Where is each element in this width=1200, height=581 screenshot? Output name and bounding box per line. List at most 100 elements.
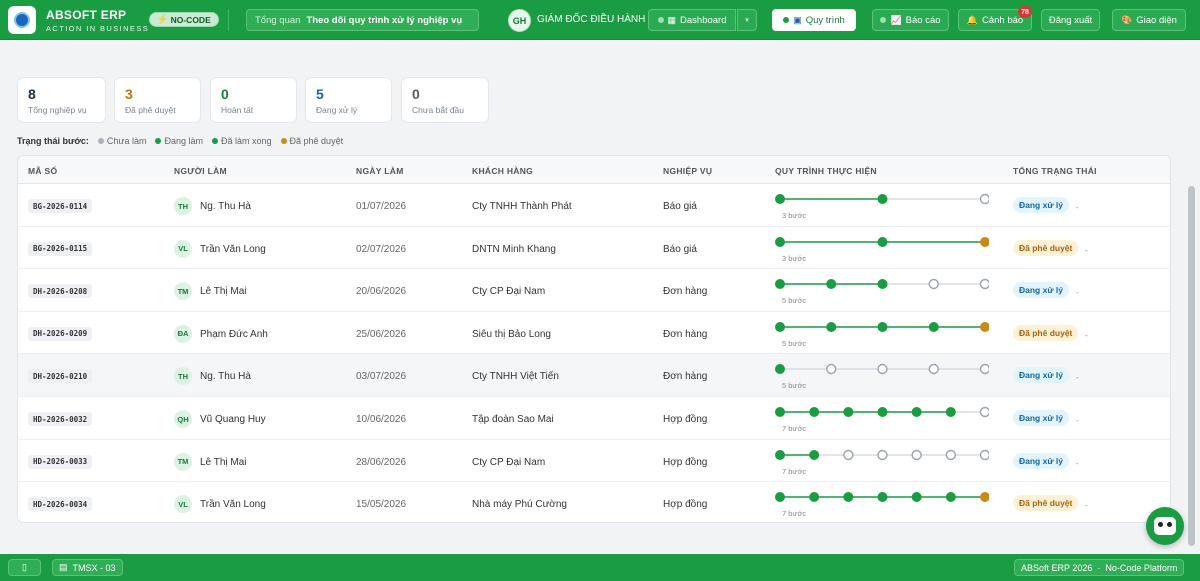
step-node[interactable] (980, 236, 990, 247)
step-node[interactable] (877, 236, 888, 247)
process-button[interactable]: ▣ Quy trình (772, 9, 856, 31)
stat-card-in-progress[interactable]: 5 Đang xử lý (305, 77, 392, 123)
process-flow[interactable]: 3 bước (775, 235, 989, 265)
header-person[interactable]: NGƯỜI LÀM (174, 166, 227, 176)
record-code[interactable]: HD-2026-0034 (28, 497, 93, 512)
header-status[interactable]: TỔNG TRẠNG THÁI (1013, 166, 1097, 176)
chevron-icon[interactable]: - (1076, 416, 1079, 425)
process-flow[interactable]: 7 bước (775, 490, 989, 520)
menu-button[interactable]: ▯ (8, 559, 41, 576)
step-node[interactable] (979, 406, 990, 418)
header-type[interactable]: NGHIỆP VỤ (663, 166, 712, 176)
process-flow[interactable]: 5 bước (775, 277, 989, 307)
assistant-bot-button[interactable] (1146, 507, 1184, 545)
step-node[interactable] (775, 492, 785, 503)
dashboard-button[interactable]: ▦ Dashboard (648, 9, 736, 31)
table-row[interactable]: BG-2026-0114 TH Ng. Thu Hà 01/07/2026 Cty TN… (18, 184, 1170, 227)
step-node[interactable] (775, 194, 785, 204)
record-code[interactable]: DH-2026-0209 (28, 326, 93, 341)
step-node[interactable] (775, 449, 785, 460)
scrollbar[interactable] (1188, 186, 1195, 546)
chevron-icon[interactable]: - (1085, 246, 1088, 255)
step-node[interactable] (877, 407, 888, 417)
step-node[interactable] (826, 364, 837, 375)
record-code[interactable]: DH-2026-0210 (28, 369, 93, 384)
process-flow[interactable]: 7 bước (775, 405, 989, 435)
report-button[interactable]: 📈 Báo cáo (872, 9, 949, 31)
process-steps-graphic (775, 449, 990, 460)
step-node[interactable] (877, 364, 888, 375)
step-node[interactable] (980, 492, 990, 503)
step-node[interactable] (979, 449, 990, 460)
step-node[interactable] (775, 321, 785, 332)
step-node[interactable] (877, 194, 888, 204)
step-node[interactable] (809, 449, 820, 460)
step-node[interactable] (928, 278, 939, 290)
record-code[interactable]: BG-2026-0115 (28, 241, 93, 256)
module-button[interactable]: ▤ TMSX - 03 (52, 559, 123, 576)
step-node[interactable] (945, 449, 957, 460)
step-node[interactable] (775, 236, 785, 247)
stat-card-completed[interactable]: 0 Hoàn tất (210, 77, 297, 123)
chevron-icon[interactable]: - (1076, 203, 1079, 212)
header-date[interactable]: NGÀY LÀM (356, 166, 404, 176)
step-node[interactable] (843, 492, 854, 503)
table-row[interactable]: DH-2026-0210 TH Ng. Thu Hà 03/07/2026 Cty TN… (18, 354, 1170, 397)
user-avatar[interactable]: GH (508, 9, 531, 32)
step-node[interactable] (877, 449, 888, 460)
step-node[interactable] (928, 321, 939, 332)
process-flow[interactable]: 7 bước (775, 448, 989, 478)
chevron-icon[interactable]: - (1085, 501, 1088, 510)
stat-card-not-started[interactable]: 0 Chưa bắt đầu (401, 77, 489, 123)
step-node[interactable] (911, 407, 922, 417)
record-code[interactable]: HD-2026-0033 (28, 454, 93, 469)
stat-card-total[interactable]: 8 Tổng nghiệp vụ (17, 77, 106, 123)
dashboard-dropdown-button[interactable]: ▾ (737, 9, 757, 31)
process-flow[interactable]: 5 bước (775, 320, 989, 350)
chevron-icon[interactable]: - (1085, 331, 1088, 340)
header-customer[interactable]: KHÁCH HÀNG (472, 166, 533, 176)
table-row[interactable]: BG-2026-0115 VL Trần Văn Long 02/07/2026 DNT… (18, 227, 1170, 270)
step-node[interactable] (979, 278, 990, 290)
step-node[interactable] (979, 364, 990, 375)
step-node[interactable] (826, 279, 837, 290)
record-code[interactable]: DH-2026-0208 (28, 284, 93, 299)
step-node[interactable] (775, 364, 785, 375)
brand-logo[interactable] (8, 6, 36, 34)
step-node[interactable] (877, 279, 888, 290)
chevron-icon[interactable]: - (1076, 459, 1079, 468)
process-flow[interactable]: 3 bước (775, 192, 989, 222)
record-code[interactable]: HD-2026-0032 (28, 412, 93, 426)
logout-button[interactable]: Đăng xuất (1041, 9, 1100, 31)
step-node[interactable] (843, 407, 854, 417)
step-node[interactable] (945, 407, 956, 417)
step-node[interactable] (928, 364, 939, 375)
step-node[interactable] (911, 449, 922, 460)
header-code[interactable]: MÃ SỐ (28, 166, 57, 176)
table-row[interactable]: DH-2026-0209 ĐA Phạm Đức Anh 25/06/2026 Siêu… (18, 312, 1170, 355)
table-row[interactable]: HD-2026-0034 VL Trần Văn Long 15/05/2026 Nhà… (18, 482, 1170, 522)
theme-button[interactable]: 🎨 Giao diện (1112, 9, 1186, 31)
step-node[interactable] (826, 321, 837, 332)
step-node[interactable] (775, 407, 785, 417)
header-process[interactable]: QUY TRÌNH THỰC HIỆN (775, 166, 877, 176)
step-node[interactable] (809, 492, 820, 503)
table-row[interactable]: HD-2026-0032 QH Vũ Quang Huy 10/06/2026 Tập … (18, 397, 1170, 440)
table-row[interactable]: HD-2026-0033 TM Lê Thị Mai 28/06/2026 Cty CP… (18, 440, 1170, 483)
step-node[interactable] (877, 492, 888, 503)
step-node[interactable] (979, 193, 990, 205)
step-node[interactable] (809, 407, 820, 417)
step-node[interactable] (911, 492, 922, 503)
breadcrumb-root[interactable]: Tổng quan (255, 15, 300, 26)
table-row[interactable]: DH-2026-0208 TM Lê Thị Mai 20/06/2026 Cty CP… (18, 269, 1170, 312)
stat-card-approved[interactable]: 3 Đã phê duyệt (114, 77, 201, 123)
chevron-icon[interactable]: - (1076, 373, 1079, 382)
process-flow[interactable]: 5 bước (775, 362, 989, 392)
step-node[interactable] (877, 321, 888, 332)
step-node[interactable] (945, 492, 956, 503)
step-node[interactable] (843, 449, 854, 460)
step-node[interactable] (980, 321, 990, 332)
step-node[interactable] (775, 279, 785, 290)
chevron-icon[interactable]: - (1076, 288, 1079, 297)
record-code[interactable]: BG-2026-0114 (28, 199, 93, 213)
